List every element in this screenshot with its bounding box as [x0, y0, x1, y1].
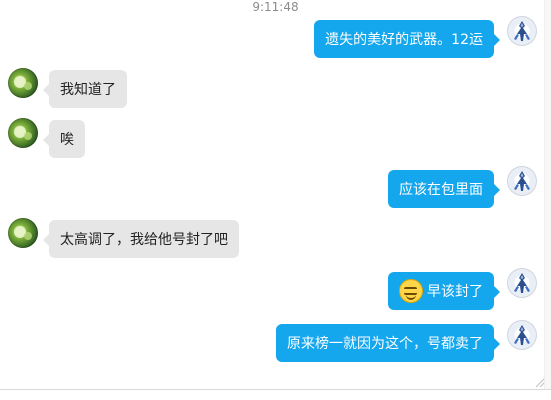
- message-text: 原来榜一就因为这个，号都卖了: [287, 336, 483, 352]
- avatar-self[interactable]: [507, 320, 537, 350]
- message-text: 唉: [60, 132, 74, 148]
- resize-grip-icon[interactable]: [535, 378, 545, 388]
- message-text: 应该在包里面: [399, 182, 483, 198]
- message-bubble-outgoing[interactable]: 原来榜一就因为这个，号都卖了: [276, 324, 500, 362]
- message-text: 遗失的美好的武器。12运: [325, 32, 483, 48]
- message-bubble-outgoing[interactable]: 遗失的美好的武器。12运: [314, 20, 500, 58]
- chat-window: 9:11:48 遗失的美好的武器。12运 我知道了 唉 应该在包里面 太高调了，…: [0, 0, 551, 400]
- message-timestamp: 9:11:48: [252, 0, 299, 14]
- avatar-self[interactable]: [507, 268, 537, 298]
- smiling-face-with-sunglasses-icon: [399, 279, 423, 303]
- leaf-avatar-icon: [14, 226, 32, 240]
- avatar-contact[interactable]: [8, 68, 38, 98]
- robot-avatar-icon: [514, 273, 530, 293]
- message-text: 早该封了: [427, 284, 483, 300]
- robot-avatar-icon: [514, 325, 530, 345]
- avatar-self[interactable]: [507, 166, 537, 196]
- message-bubble-outgoing[interactable]: 早该封了: [388, 272, 500, 310]
- leaf-avatar-icon: [14, 76, 32, 90]
- robot-avatar-icon: [514, 21, 530, 41]
- leaf-avatar-icon: [14, 126, 32, 140]
- input-divider: [0, 389, 551, 390]
- avatar-contact[interactable]: [8, 118, 38, 148]
- message-bubble-incoming[interactable]: 太高调了，我给他号封了吧: [43, 220, 239, 258]
- message-bubble-outgoing[interactable]: 应该在包里面: [388, 170, 500, 208]
- robot-avatar-icon: [514, 171, 530, 191]
- scrollbar-track[interactable]: [544, 0, 551, 389]
- message-text: 太高调了，我给他号封了吧: [60, 232, 228, 248]
- avatar-contact[interactable]: [8, 218, 38, 248]
- message-bubble-incoming[interactable]: 我知道了: [43, 70, 127, 108]
- message-text: 我知道了: [60, 82, 116, 98]
- avatar-self[interactable]: [507, 16, 537, 46]
- message-bubble-incoming[interactable]: 唉: [43, 120, 85, 158]
